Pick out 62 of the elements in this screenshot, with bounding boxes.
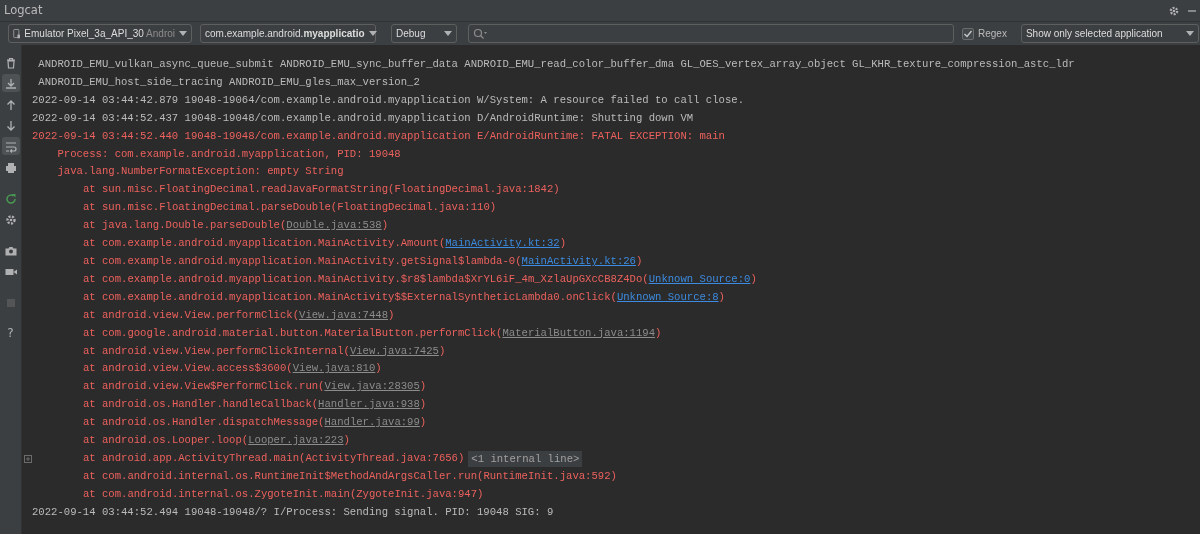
log-line: 2022-09-14 03:44:52.494 19048-19048/? I/Process: Sending signal. PID: 19048 SIG: 9 [32, 504, 555, 520]
log-line: at com.example.android.myapplication.MainActivity.$r8$lambda$XrYL6iF_4m_XzlaUpGXcCB8Z4Do(Unknown Source:0) [81, 271, 758, 287]
log-line: ANDROID_EMU_host_side_tracing ANDROID_EMU_gles_max_version_2 [37, 74, 421, 90]
log-line: at com.example.android.myapplication.MainActivity.getSignal$lambda-0(MainActivity.kt:26) [81, 253, 644, 269]
log-line: Process: com.example.android.myapplication, PID: 19048 [56, 146, 402, 162]
source-link[interactable]: View.java:7425 [349, 344, 439, 357]
log-line: ANDROID_EMU_vulkan_async_queue_submit ANDROID_EMU_sync_buffer_data ANDROID_EMU_read_color_buffer_dma GL_OES_vertex_array_object GL_KHR_texture_compression_astc_ldr [37, 57, 1076, 72]
log-line: at android.view.View$PerformClick.run(View.java:28305) [81, 379, 428, 395]
soft-wrap-icon [3, 139, 18, 154]
source-link[interactable]: Handler.java:938 [318, 398, 420, 411]
help-button[interactable]: ? [1, 324, 20, 342]
source-link[interactable]: MainActivity.kt:26 [521, 254, 636, 267]
caret-icon [368, 31, 377, 36]
caret-icon [444, 31, 452, 36]
log-line: 2022-09-14 03:44:52.440 19048-19048/com.example.android.myapplication E/AndroidRuntime: FATAL EXCEPTION: main [32, 128, 726, 144]
log-line: at android.view.View.performClick(View.java:7448) [81, 307, 396, 323]
log-line: 2022-09-14 03:44:42.879 19048-19064/com.example.android.myapplication W/System: A resource failed to call close. [32, 92, 746, 108]
log-line: at com.example.android.myapplication.MainActivity$$ExternalSyntheticLambda0.onClick(Unknown Source:8) [81, 289, 726, 305]
log-line: 2022-09-14 03:44:52.437 19048-19048/com.example.android.myapplication D/AndroidRuntime: Shutting down VM [32, 110, 695, 126]
log-line: at sun.misc.FloatingDecimal.readJavaFormatString(FloatingDecimal.java:1842) [81, 182, 561, 198]
log-line: at android.view.View.access$3600(View.java:810) [81, 361, 383, 377]
log-line: java.lang.NumberFormatException: empty String [56, 164, 345, 180]
source-link[interactable]: Double.java:538 [286, 219, 382, 232]
log-line: at com.android.internal.os.RuntimeInit$MethodAndArgsCaller.run(RuntimeInit.java:592) [81, 468, 618, 484]
log-line: at android.os.Handler.dispatchMessage(Handler.java:99) [81, 415, 428, 431]
toolbar-button[interactable] [1, 137, 20, 155]
source-link[interactable]: Handler.java:99 [324, 416, 420, 429]
source-link[interactable]: View.java:810 [292, 362, 376, 375]
log-line: at java.lang.Double.parseDouble(Double.java:538) [81, 218, 390, 234]
log-line: at com.google.android.material.button.MaterialButton.performClick(MaterialButton.java:1194) [81, 325, 663, 341]
log-line: at android.view.View.performClickInternal(View.java:7425) [81, 343, 447, 359]
expand-icon [24, 454, 32, 463]
log-line: at com.android.internal.os.ZygoteInit.main(ZygoteInit.java:947) [81, 486, 485, 502]
log-line: at android.app.ActivityThread.main(ActivityThread.java:7656) [81, 450, 465, 466]
device-name: Emulator Pixel_3a_API_30 Androi [24, 27, 175, 41]
source-link[interactable]: View.java:7448 [299, 308, 389, 321]
log-line: at android.os.Handler.handleCallback(Handler.java:938) [81, 397, 428, 413]
toolbar-button[interactable] [1, 74, 20, 92]
log-line: at com.example.android.myapplication.MainActivity.Amount(MainActivity.kt:32) [81, 236, 568, 252]
source-link[interactable]: Unknown Source:0 [648, 272, 751, 285]
search-field[interactable] [468, 24, 954, 43]
window-title: Logcat [4, 1, 43, 19]
log-line: at android.os.Looper.loop(Looper.java:223) [81, 433, 351, 449]
source-link[interactable]: View.java:28305 [324, 380, 420, 393]
regex-checkbox[interactable] [962, 27, 974, 40]
phone-icon [13, 27, 21, 40]
source-link[interactable]: MainActivity.kt:32 [445, 237, 560, 250]
device-dropdown[interactable]: Emulator Pixel_3a_API_30 Androi [8, 24, 192, 43]
log-line: at sun.misc.FloatingDecimal.parseDouble(FloatingDecimal.java:110) [81, 200, 498, 216]
restart-icon [3, 191, 18, 206]
regex-label: Regex [978, 27, 1007, 41]
folded-lines-badge[interactable]: <1 internal line> [468, 450, 583, 467]
scroll-to-end-icon [3, 76, 18, 91]
search-icon [473, 27, 487, 40]
filter-dropdown[interactable]: Show only selected application [1020, 24, 1199, 43]
caret-icon [1185, 31, 1194, 36]
log-level-dropdown[interactable]: Debug [391, 24, 457, 43]
source-link[interactable]: Looper.java:223 [248, 434, 344, 447]
package-dropdown[interactable]: com.example.android.myapplicatio [200, 24, 376, 43]
source-link[interactable]: MaterialButton.java:1194 [502, 326, 656, 339]
caret-icon [179, 31, 187, 36]
source-link[interactable]: Unknown Source:8 [616, 290, 719, 303]
